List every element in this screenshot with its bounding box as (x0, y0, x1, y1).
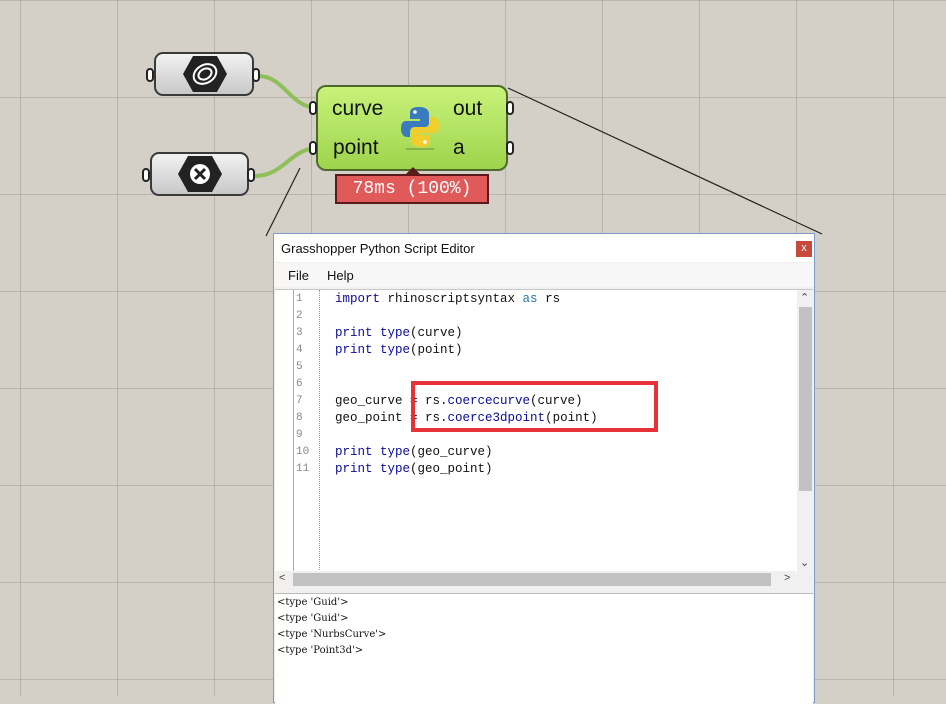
code-line-3: print type(curve) (335, 326, 463, 340)
vertical-scrollbar[interactable]: ⌃ ⌄ (797, 290, 813, 574)
scroll-left-icon[interactable]: < (279, 572, 285, 584)
point-param-component[interactable] (150, 152, 249, 196)
line-number: 5 (296, 361, 303, 373)
keyword: type (380, 343, 411, 357)
menu-file[interactable]: File (288, 268, 309, 283)
code-text: (curve) (410, 326, 463, 340)
python-script-component[interactable]: curve point out a (316, 85, 508, 171)
point-param-input-grip[interactable] (142, 168, 150, 182)
horizontal-scroll-thumb[interactable] (293, 573, 771, 586)
vertical-scroll-thumb[interactable] (799, 307, 812, 491)
line-number: 7 (296, 395, 303, 407)
python-logo-icon (401, 107, 439, 150)
keyword: print (335, 326, 373, 340)
code-text: rhinoscriptsyntax (380, 292, 523, 306)
keyword: type (380, 326, 411, 340)
scroll-right-icon[interactable]: > (784, 572, 790, 584)
curve-spiral-icon (183, 56, 227, 92)
output-line: <type 'Guid'> (277, 613, 349, 624)
input-point-label[interactable]: point (333, 136, 379, 160)
highlight-box (411, 381, 658, 432)
curve-param-input-grip[interactable] (146, 68, 154, 82)
line-number-gutter: 1 2 3 4 5 6 7 8 9 10 11 (293, 290, 320, 574)
editor-title: Grasshopper Python Script Editor (281, 241, 475, 256)
line-number: 6 (296, 378, 303, 390)
keyword: print (335, 343, 373, 357)
keyword: type (380, 462, 411, 476)
line-number: 1 (296, 293, 303, 305)
output-line: <type 'NurbsCurve'> (277, 629, 387, 640)
scroll-up-icon[interactable]: ⌃ (800, 291, 809, 304)
point-x-icon (178, 156, 222, 192)
menu-help[interactable]: Help (327, 268, 354, 283)
code-text: rs (537, 292, 561, 306)
curve-param-output-grip[interactable] (252, 68, 260, 82)
code-text: (point) (410, 343, 463, 357)
curve-input-grip[interactable] (309, 101, 317, 115)
runtime-balloon: 78ms (100%) (335, 167, 489, 204)
line-number: 9 (296, 429, 303, 441)
line-number: 4 (296, 344, 303, 356)
output-line: <type 'Guid'> (277, 597, 349, 608)
a-output-grip[interactable] (506, 141, 514, 155)
input-curve-label[interactable]: curve (332, 97, 383, 121)
code-text: (geo_point) (410, 462, 493, 476)
output-a-label[interactable]: a (453, 136, 465, 160)
scroll-down-icon[interactable]: ⌄ (800, 556, 809, 569)
line-number: 2 (296, 310, 303, 322)
line-number: 10 (296, 446, 310, 458)
keyword: as (522, 292, 538, 306)
code-text: (geo_curve) (410, 445, 493, 459)
curve-param-component[interactable] (154, 52, 254, 96)
code-line-11: print type(geo_point) (335, 462, 493, 476)
horizontal-scrollbar[interactable]: < > (275, 571, 796, 587)
keyword: print (335, 445, 373, 459)
out-output-grip[interactable] (506, 101, 514, 115)
line-number: 3 (296, 327, 303, 339)
line-number: 8 (296, 412, 303, 424)
code-line-10: print type(geo_curve) (335, 445, 493, 459)
close-button[interactable]: x (796, 241, 812, 257)
line-number: 11 (296, 463, 310, 475)
point-param-output-grip[interactable] (247, 168, 255, 182)
point-input-grip[interactable] (309, 141, 317, 155)
output-console[interactable]: <type 'Guid'> <type 'Guid'> <type 'Nurbs… (275, 593, 813, 704)
menu-bar: File Help (274, 263, 814, 287)
editor-title-bar[interactable]: Grasshopper Python Script Editor x (274, 234, 814, 262)
code-line-1: import rhinoscriptsyntax as rs (335, 292, 560, 306)
code-line-4: print type(point) (335, 343, 463, 357)
keyword: type (380, 445, 411, 459)
python-script-editor-window[interactable]: Grasshopper Python Script Editor x File … (273, 233, 815, 704)
keyword: print (335, 462, 373, 476)
output-line: <type 'Point3d'> (277, 645, 364, 656)
keyword: import (335, 292, 381, 306)
output-out-label[interactable]: out (453, 97, 482, 121)
